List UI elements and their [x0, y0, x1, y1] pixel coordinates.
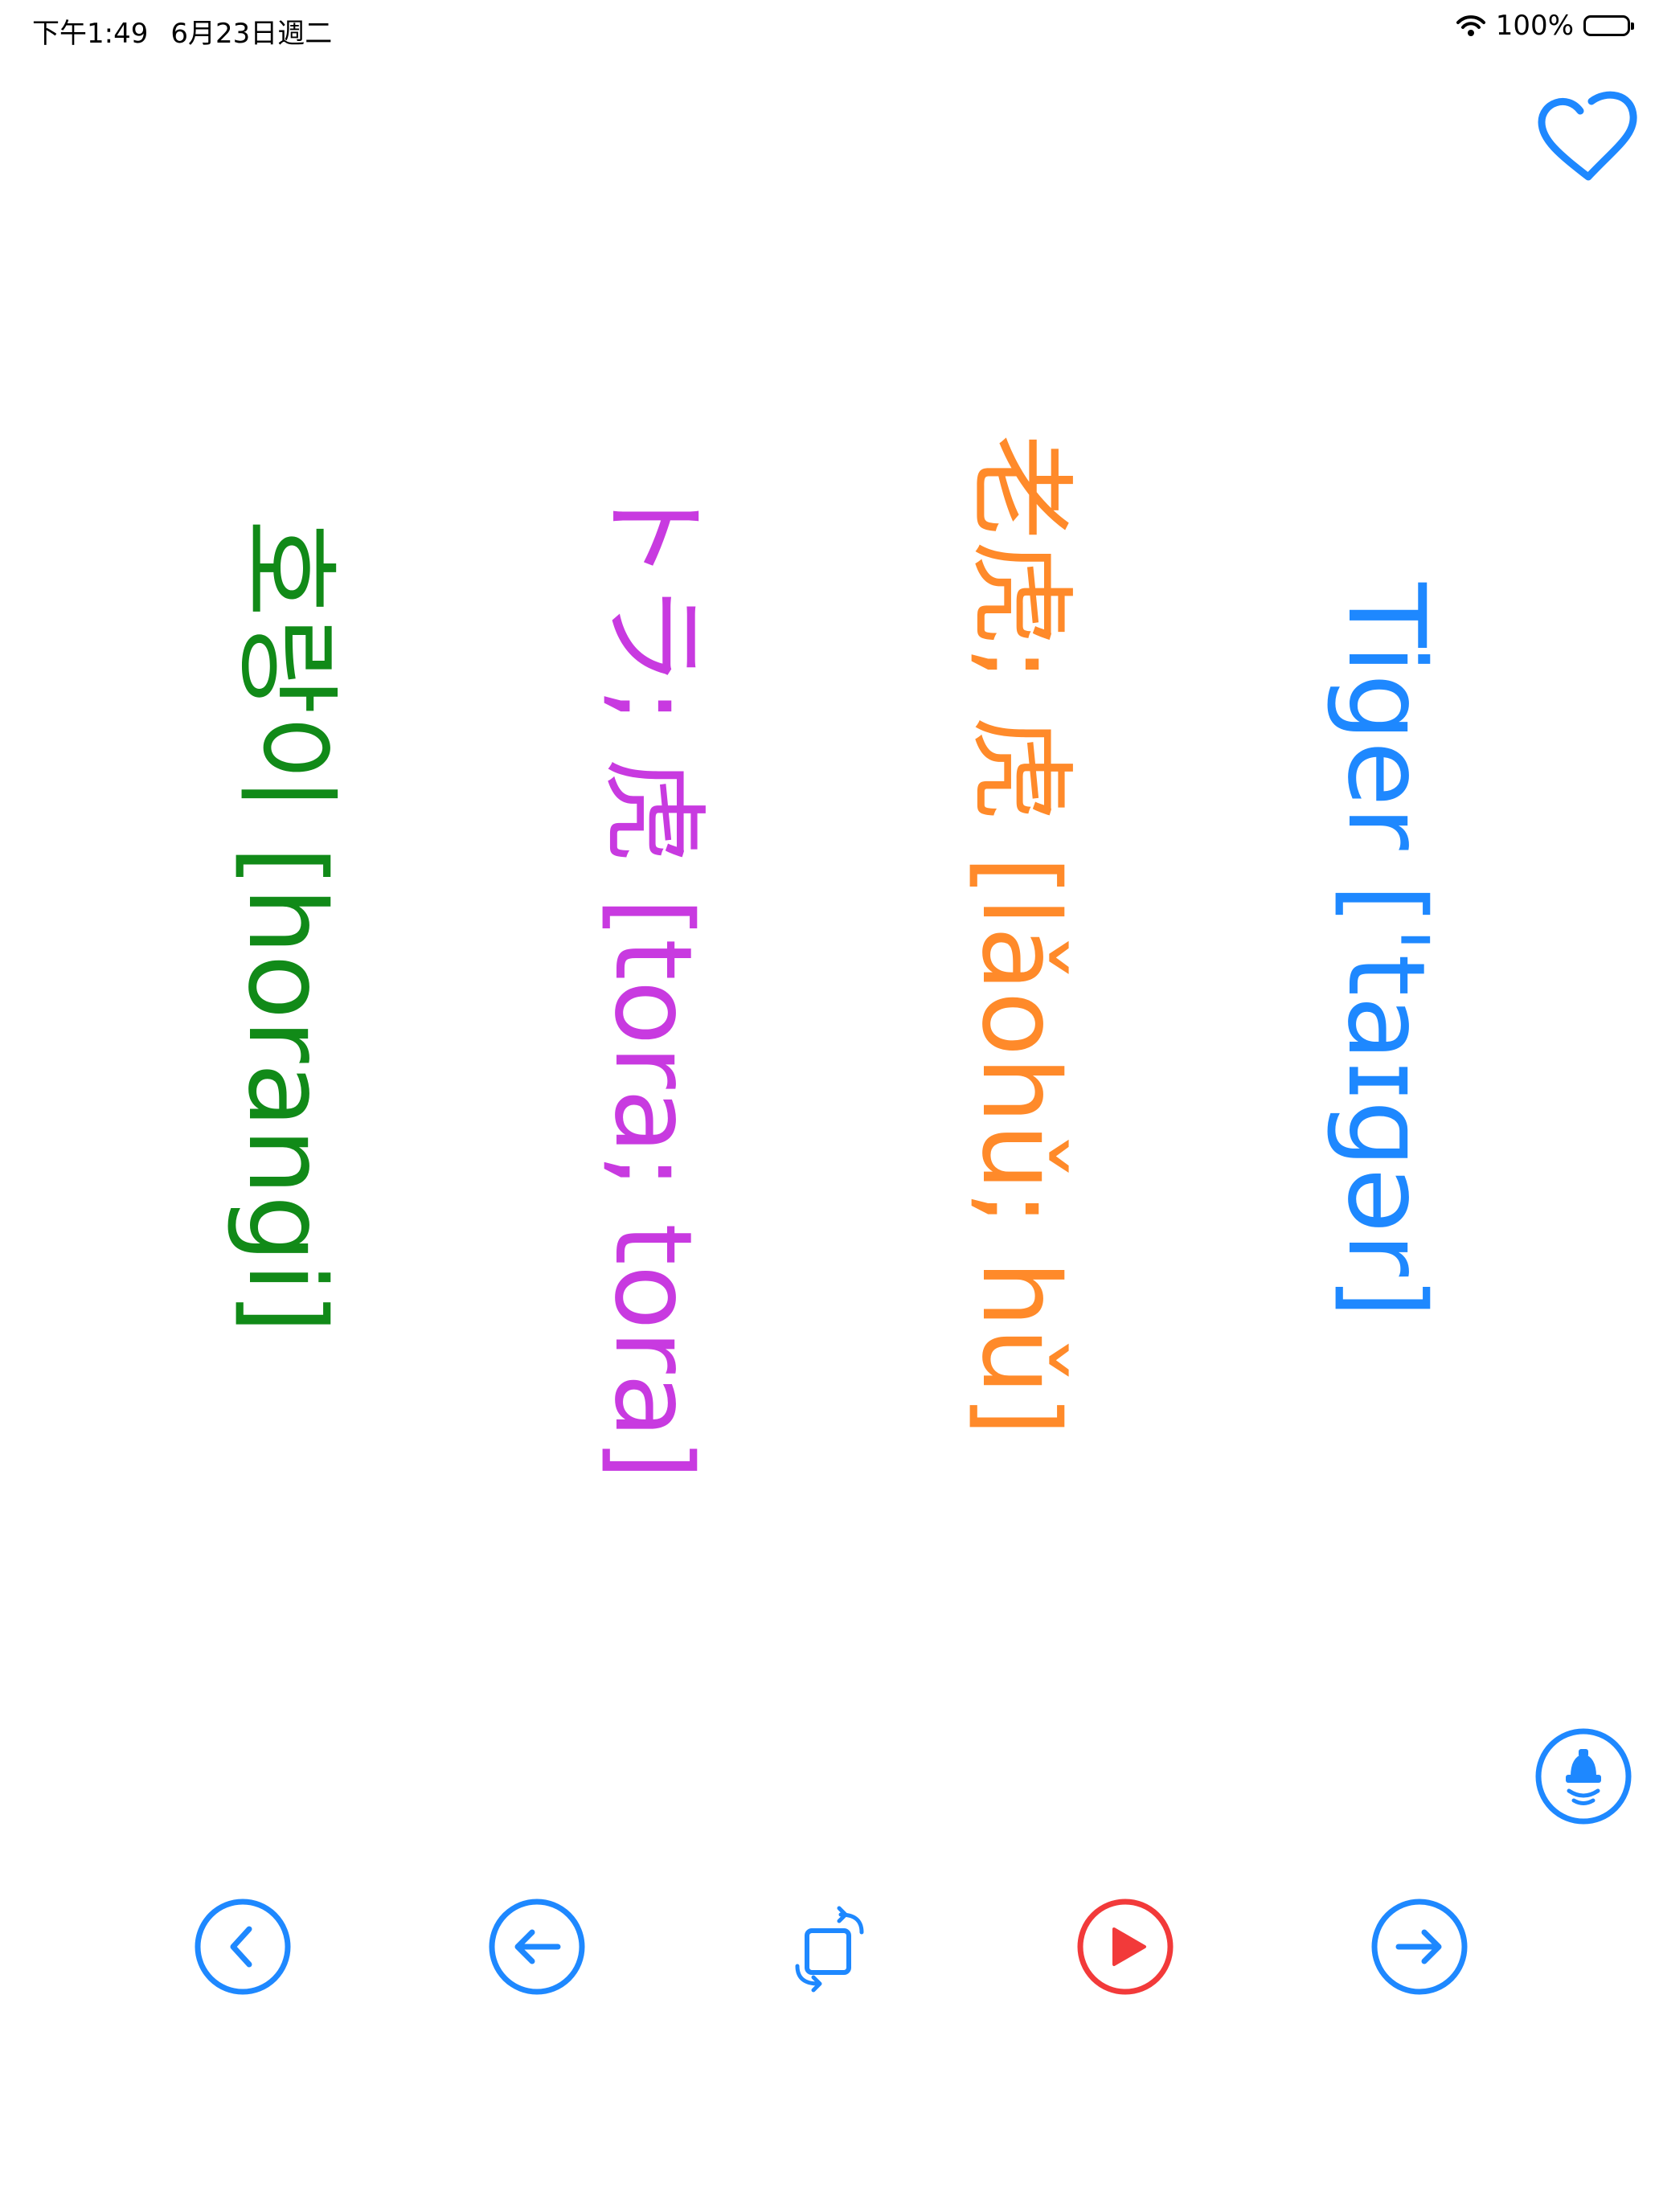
word-english: Tiger [ˈtaɪɡər] [1324, 583, 1448, 1318]
play-icon [1077, 1899, 1174, 1995]
rotate-button[interactable] [781, 1897, 881, 1997]
status-date: 6月23日週二 [170, 18, 333, 50]
rotate-icon [795, 1906, 864, 1993]
status-bar-right: 100% [1456, 10, 1634, 42]
word-japanese: トラ; 虎 [tora; tora] [591, 476, 715, 1481]
word-chinese: 老虎; 虎 [lǎohǔ; hǔ] [958, 434, 1082, 1436]
battery-percent: 100% [1495, 10, 1574, 42]
play-button[interactable] [1075, 1897, 1175, 1997]
arrow-right-icon [1371, 1899, 1468, 1995]
word-korean: 호랑이 [horangi] [224, 519, 348, 1333]
status-time: 下午1:49 [32, 18, 149, 50]
speaker-icon [1535, 1728, 1632, 1825]
chevron-left-icon [195, 1899, 291, 1995]
heart-icon [1538, 91, 1637, 181]
previous-button[interactable] [193, 1897, 293, 1997]
speak-button[interactable] [1534, 1727, 1633, 1826]
arrow-left-icon [489, 1899, 585, 1995]
back-button[interactable] [487, 1897, 587, 1997]
forward-button[interactable] [1370, 1897, 1469, 1997]
battery-icon [1583, 15, 1634, 36]
favorite-button[interactable] [1535, 87, 1638, 186]
wifi-icon [1456, 14, 1486, 37]
status-bar-left: 下午1:49 6月23日週二 [32, 11, 332, 51]
